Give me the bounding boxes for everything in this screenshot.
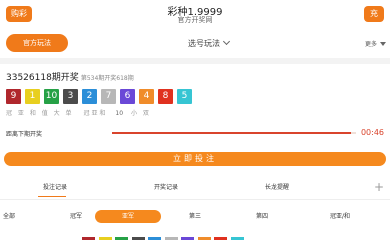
filter-option[interactable]: 第三 xyxy=(185,210,205,223)
result-ball: 5 xyxy=(177,89,192,104)
section-divider xyxy=(0,58,390,64)
tab-1[interactable]: 开奖记录 xyxy=(136,182,196,191)
record-tabs: + 投注记录 开奖记录 长龙提醒 xyxy=(0,178,390,200)
recharge-button[interactable]: 充值 xyxy=(364,6,384,34)
filter-option[interactable]: 冠军 xyxy=(66,210,86,223)
result-ball: 8 xyxy=(158,89,173,104)
sum-value: 10 xyxy=(115,110,124,117)
active-tab-indicator xyxy=(38,196,66,197)
issue-note: 第534期开奖618期 xyxy=(80,75,134,82)
sum-suffix: 小 双 xyxy=(130,110,151,117)
countdown-progress-fill xyxy=(112,132,352,134)
countdown-label: 距离下期开奖 xyxy=(6,131,43,138)
issue-number: 33526118期开奖 xyxy=(6,73,79,83)
sum-prefix: 冠亚和 xyxy=(83,110,108,117)
filter-option[interactable]: 全部 xyxy=(2,210,16,223)
add-icon[interactable]: + xyxy=(374,180,384,194)
result-ball: 7 xyxy=(101,89,116,104)
more-dropdown[interactable]: 更多 xyxy=(365,39,386,48)
more-label: 更多 xyxy=(364,41,377,48)
sum-label: 冠 亚 和 值 大 单 xyxy=(6,110,74,117)
countdown-time: 00:46 xyxy=(360,128,384,137)
play-mode-label: 选号玩法 xyxy=(188,39,220,48)
top-bar: 购彩大厅 彩种1.9999 官方开奖网 充值 xyxy=(0,0,390,34)
tab-2[interactable]: 长龙提醒 xyxy=(247,182,307,191)
result-ball: 9 xyxy=(6,89,21,104)
caret-down-icon xyxy=(380,42,386,46)
countdown-progress xyxy=(112,132,356,134)
filter-option[interactable]: 亚军 xyxy=(95,210,161,223)
filter-bar: 全部 冠军 亚军 第三 第四 冠亚/和 xyxy=(0,207,390,225)
play-mode-dropdown[interactable]: 选号玩法 xyxy=(188,37,231,49)
result-ball: 6 xyxy=(120,89,135,104)
page-subtitle: 官方开奖网 xyxy=(177,16,213,24)
tab-0[interactable]: 投注记录 xyxy=(25,182,85,191)
sum-summary: 冠 亚 和 值 大 单 冠亚和 10 小 双 xyxy=(6,108,151,117)
official-play-button[interactable]: 官方玩法 xyxy=(6,34,68,52)
filter-option[interactable]: 第四 xyxy=(252,210,272,223)
place-bet-button[interactable]: 立即投注 xyxy=(4,152,386,166)
result-ball: 3 xyxy=(63,89,78,104)
draw-issue: 33526118期开奖 第534期开奖618期 xyxy=(6,70,134,83)
result-ball: 4 xyxy=(139,89,154,104)
play-selector-row: 官方玩法 选号玩法 更多 xyxy=(0,30,390,58)
result-ball: 10 xyxy=(44,89,59,104)
filter-option[interactable]: 冠亚/和 xyxy=(326,210,354,223)
chevron-down-icon xyxy=(222,37,231,46)
result-ball: 2 xyxy=(82,89,97,104)
result-ball: 1 xyxy=(25,89,40,104)
